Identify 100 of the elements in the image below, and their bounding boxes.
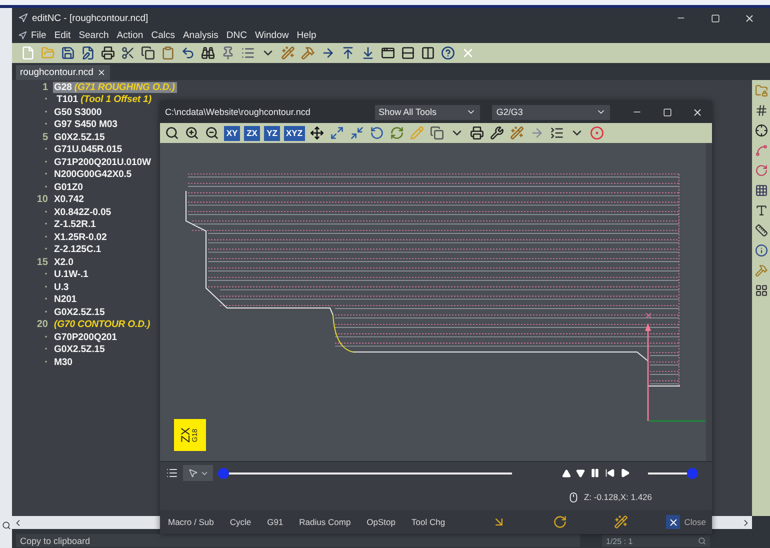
- view-button[interactable]: XY: [224, 126, 240, 140]
- line-number: 1: [41, 82, 49, 93]
- split-horizontal-icon[interactable]: [400, 45, 416, 61]
- fit-icon[interactable]: [328, 125, 345, 141]
- slider-thumb[interactable]: [687, 468, 698, 478]
- print-icon[interactable]: [100, 45, 116, 61]
- close-icon: [666, 515, 680, 529]
- cascade-windows-icon[interactable]: [380, 45, 396, 61]
- zoom-in-icon[interactable]: [184, 125, 200, 141]
- code-line: G71U.045R.015: [53, 144, 124, 156]
- play-icon[interactable]: [620, 468, 630, 478]
- code-line: M30: [53, 356, 74, 368]
- window-title: editNC - [roughcontour.ncd]: [32, 12, 150, 24]
- copy-icon[interactable]: [140, 45, 156, 61]
- maximize-icon: [710, 14, 720, 22]
- code-line: X0.742: [53, 194, 85, 206]
- save-as-icon[interactable]: [80, 45, 96, 61]
- view-button[interactable]: ZX: [244, 126, 260, 140]
- option-button[interactable]: Macro / Sub: [162, 512, 220, 532]
- line-number: ·: [44, 344, 49, 356]
- split-vertical-icon[interactable]: [420, 45, 436, 61]
- wand-icon[interactable]: [613, 514, 630, 530]
- skip-back-icon[interactable]: [605, 468, 615, 478]
- text-format-icon[interactable]: [754, 204, 768, 217]
- layout-icon[interactable]: [754, 284, 768, 297]
- code-line: G0X2.5Z.15: [53, 344, 106, 356]
- rotate-icon[interactable]: [754, 164, 768, 177]
- binoculars-icon[interactable]: [200, 45, 216, 61]
- maximize-icon: [662, 108, 672, 116]
- file-path: C:\ncdata\Website\roughcontour.ncd: [165, 107, 312, 117]
- line-number: 15: [36, 256, 49, 268]
- option-button[interactable]: G91: [261, 512, 290, 532]
- view-button[interactable]: XYZ: [284, 126, 305, 140]
- code-line: G0X2.5Z.15: [53, 306, 106, 318]
- undo-icon[interactable]: [180, 45, 196, 61]
- tool-filter-dropdown[interactable]: Show All Tools: [374, 104, 480, 120]
- line-number: ·: [44, 169, 49, 180]
- code-line: G70P200Q201: [53, 332, 118, 343]
- step-up-icon[interactable]: [562, 468, 571, 478]
- zoom-out-icon[interactable]: [204, 125, 220, 141]
- pause-icon[interactable]: [590, 468, 600, 478]
- line-number: ·: [44, 144, 49, 156]
- ruler-icon[interactable]: [754, 224, 768, 237]
- search-field[interactable]: 1/25 : 1: [602, 535, 710, 547]
- code-line: G01Z0: [53, 182, 84, 193]
- view-button[interactable]: YZ: [264, 126, 280, 140]
- grid-icon[interactable]: [754, 184, 768, 197]
- copy-icon[interactable]: [428, 125, 445, 141]
- line-number: ·: [44, 106, 49, 118]
- print-icon[interactable]: [468, 125, 485, 141]
- menu-item[interactable]: Calcs: [147, 28, 179, 43]
- mouse-icon: [568, 492, 579, 502]
- menu-item[interactable]: Help: [292, 28, 320, 43]
- shrink-icon[interactable]: [348, 125, 365, 141]
- line-number: ·: [44, 206, 49, 218]
- arc-mode-dropdown[interactable]: G2/G3: [492, 104, 610, 120]
- collapse-icon[interactable]: [548, 125, 565, 141]
- spline-icon[interactable]: [754, 144, 768, 157]
- option-button[interactable]: Cycle: [224, 512, 258, 532]
- cursor-coordinates: Z: -0.128,X: 1.426: [584, 492, 652, 502]
- code-line: X1.25R-0.02: [53, 232, 108, 243]
- line-number: 20: [36, 319, 49, 330]
- option-button[interactable]: Tool Chg: [406, 512, 452, 532]
- close-icon[interactable]: [97, 68, 106, 77]
- code-line: G50 S3000: [53, 106, 103, 118]
- cut-icon[interactable]: [120, 45, 136, 61]
- line-number: 5: [41, 132, 49, 143]
- option-button[interactable]: Radius Comp: [293, 512, 357, 532]
- file-tab[interactable]: roughcontour.ncd: [16, 65, 110, 80]
- scrollbar-segment[interactable]: [712, 516, 752, 529]
- pan-icon[interactable]: [308, 125, 325, 141]
- menu-item[interactable]: File: [27, 28, 50, 43]
- refresh-icon[interactable]: [388, 125, 405, 141]
- slider-thumb[interactable]: [218, 468, 229, 478]
- menu-item[interactable]: Search: [74, 28, 113, 43]
- zoom-window-icon[interactable]: [164, 125, 180, 141]
- code-line: X2.0: [53, 256, 74, 268]
- rotate-icon[interactable]: [368, 125, 385, 141]
- wrench-icon[interactable]: [488, 125, 505, 141]
- code-line: U.3: [53, 282, 70, 293]
- code-line: Z-2.125C.1: [53, 244, 102, 256]
- line-number: 10: [36, 194, 49, 206]
- menu-item[interactable]: Analysis: [178, 28, 222, 43]
- line-number: ·: [44, 119, 49, 130]
- step-down-icon[interactable]: [576, 468, 585, 478]
- help-icon[interactable]: [440, 45, 456, 61]
- close-button[interactable]: Close: [662, 512, 710, 532]
- save-icon[interactable]: [60, 45, 76, 61]
- option-button[interactable]: OpStop: [360, 512, 402, 532]
- menu-item[interactable]: DNC: [222, 28, 251, 43]
- numbering-icon[interactable]: [754, 104, 768, 117]
- search-icon: [2, 521, 10, 530]
- menu-item[interactable]: Window: [250, 28, 293, 43]
- line-number: ·: [44, 332, 49, 343]
- cursor-dropdown[interactable]: [183, 465, 213, 481]
- info-icon[interactable]: [754, 244, 768, 257]
- scrollbar-segment[interactable]: [12, 516, 160, 529]
- line-number: ·: [44, 182, 49, 193]
- menu-item[interactable]: Edit: [50, 28, 75, 43]
- menu-item[interactable]: Action: [112, 28, 148, 43]
